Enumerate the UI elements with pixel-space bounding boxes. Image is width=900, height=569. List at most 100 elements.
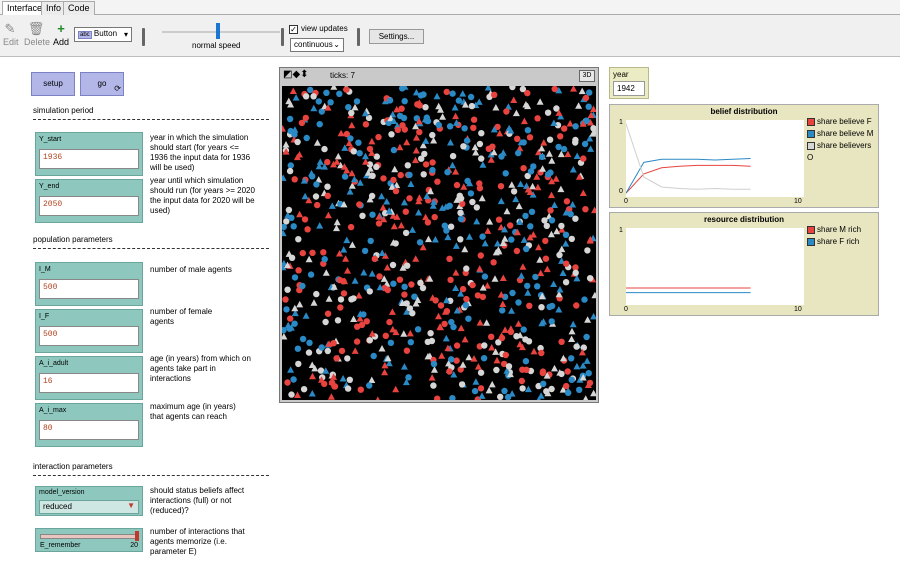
agent: [305, 349, 313, 356]
view-controls-icon[interactable]: ◩◆⬍: [283, 70, 309, 80]
desc-line: number of male agents: [150, 265, 232, 274]
widget-type-select[interactable]: abc Button ▾: [74, 27, 132, 42]
legend-label: share believers O: [807, 141, 872, 162]
agent: [568, 335, 576, 342]
input-value[interactable]: 80: [39, 420, 139, 440]
agent: [461, 245, 469, 253]
agent: [572, 215, 579, 222]
input-value[interactable]: 1936: [39, 149, 139, 169]
agent: [404, 262, 411, 269]
agent: [519, 385, 526, 392]
input-i-m[interactable]: I_M 500: [35, 262, 143, 306]
agent: [448, 356, 455, 363]
input-i-f[interactable]: I_F 500: [35, 309, 143, 353]
agent: [573, 152, 581, 159]
agent: [346, 376, 353, 383]
agent: [286, 115, 294, 123]
edit-button[interactable]: ✎ Edit: [3, 21, 19, 47]
add-button[interactable]: + Add: [53, 21, 69, 47]
update-mode-select[interactable]: continuous ⌄: [290, 38, 344, 52]
agent: [428, 337, 436, 345]
agent: [321, 145, 328, 153]
agent: [558, 338, 565, 345]
agent: [449, 161, 456, 169]
agent: [457, 209, 464, 216]
agent: [502, 170, 509, 177]
input-description: number of male agents: [150, 265, 232, 275]
agent: [520, 165, 527, 172]
agent: [460, 183, 468, 190]
desc-line: that agents can reach: [150, 412, 227, 421]
agent: [523, 245, 530, 253]
agent: [524, 89, 531, 97]
speed-slider-track[interactable]: [162, 31, 280, 33]
plot-svg: [625, 123, 751, 194]
model-version-chooser[interactable]: model_version reduced ▼: [35, 486, 143, 516]
divider: [33, 248, 269, 249]
input-y-end[interactable]: Y_end 2050: [35, 179, 143, 223]
legend-swatch: [807, 225, 815, 234]
speed-slider-thumb[interactable]: [216, 23, 220, 39]
agent: [375, 220, 383, 227]
3d-button[interactable]: 3D: [579, 70, 595, 82]
input-a-i-max[interactable]: A_i_max 80: [35, 403, 143, 447]
chooser-value[interactable]: reduced ▼: [39, 500, 139, 514]
agent: [415, 209, 423, 216]
settings-button[interactable]: Settings...: [369, 29, 424, 44]
slider-track[interactable]: [40, 534, 138, 539]
agent: [568, 327, 576, 335]
agent: [294, 345, 302, 352]
toolbar: ✎ Edit 🗑 Delete + Add abc Button ▾ norma…: [0, 15, 900, 57]
agent: [478, 130, 485, 137]
agent: [282, 141, 290, 148]
input-value[interactable]: 500: [39, 279, 139, 299]
legend-swatch: [807, 141, 815, 150]
agent: [401, 283, 408, 290]
input-a-i-adult[interactable]: A_i_adult 16: [35, 356, 143, 400]
series-line: [625, 123, 751, 190]
agent: [409, 310, 416, 317]
tab-code[interactable]: Code: [63, 1, 95, 15]
go-button[interactable]: go ⟳: [80, 72, 124, 96]
slider-thumb[interactable]: [135, 531, 139, 541]
agent: [314, 201, 321, 209]
agent: [347, 135, 354, 142]
agent: [362, 121, 370, 128]
agent: [534, 183, 542, 191]
agent: [564, 389, 572, 396]
agent: [431, 236, 439, 243]
e-remember-slider[interactable]: E_remember 20: [35, 528, 143, 552]
agent: [545, 171, 552, 178]
agent: [573, 343, 580, 350]
agent: [529, 182, 537, 190]
agent: [520, 326, 527, 333]
input-value[interactable]: 500: [39, 326, 139, 346]
agent: [299, 335, 307, 343]
view-updates-checkbox[interactable]: ✓: [289, 25, 298, 34]
agent: [439, 113, 447, 120]
agent: [309, 372, 316, 380]
agent: [441, 222, 448, 229]
agent: [493, 356, 501, 364]
agent: [373, 153, 380, 160]
agent: [324, 183, 331, 190]
agent: [552, 175, 560, 182]
agent: [461, 125, 468, 132]
agent: [309, 249, 316, 256]
agent: [515, 149, 522, 157]
agent: [325, 295, 333, 302]
setup-button[interactable]: setup: [31, 72, 75, 96]
input-value[interactable]: 2050: [39, 196, 139, 216]
input-value[interactable]: 16: [39, 373, 139, 393]
input-label: Y_end: [39, 183, 60, 190]
agent: [301, 216, 309, 223]
delete-button[interactable]: 🗑 Delete: [24, 21, 50, 47]
agent: [350, 295, 357, 302]
agent: [452, 242, 460, 249]
agent: [547, 207, 554, 214]
agent: [305, 255, 313, 263]
input-y-start[interactable]: Y_start 1936: [35, 132, 143, 176]
x-tick: 10: [794, 306, 802, 313]
agent: [290, 376, 297, 383]
world-canvas[interactable]: [282, 86, 596, 400]
